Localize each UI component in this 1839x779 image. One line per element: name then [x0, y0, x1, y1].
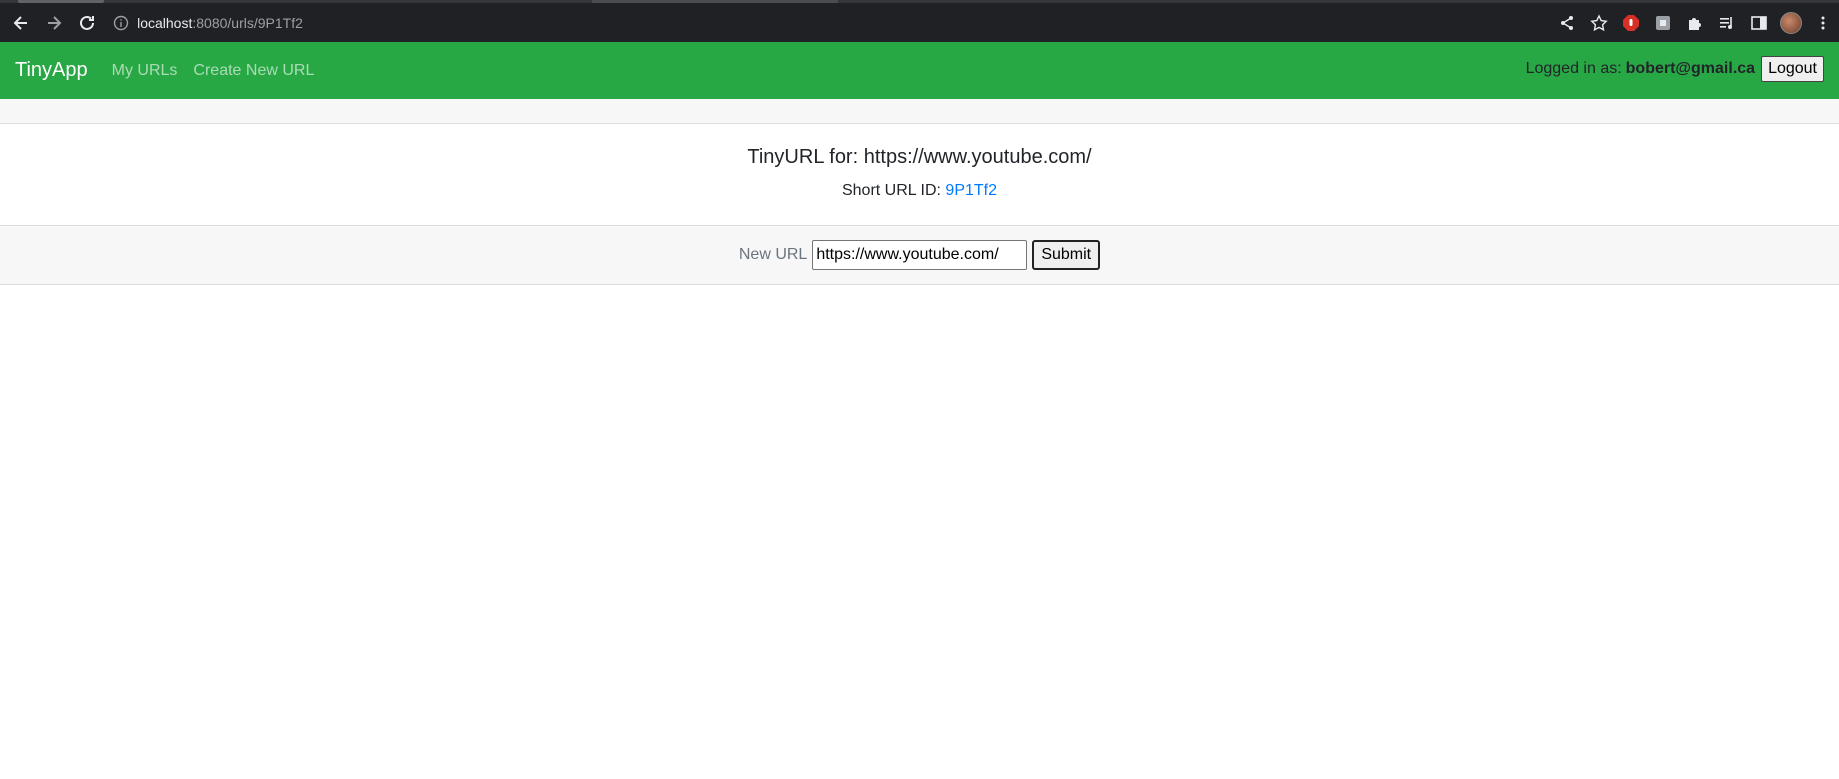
- card-header: [0, 99, 1839, 124]
- star-icon: [1590, 13, 1608, 31]
- logout-button[interactable]: Logout: [1761, 55, 1824, 82]
- url-host: localhost: [137, 14, 193, 31]
- card-title: TinyURL for: https://www.youtube.com/: [747, 146, 1092, 168]
- short-url-link[interactable]: 9P1Tf2: [945, 182, 997, 199]
- new-url-input[interactable]: [812, 240, 1028, 270]
- extension-grey[interactable]: [1651, 11, 1675, 35]
- forward-button[interactable]: [39, 8, 68, 38]
- address-bar[interactable]: localhost:8080/urls/9P1Tf2: [113, 7, 1555, 38]
- kebab-menu-icon: [1821, 16, 1825, 29]
- bookmark-button[interactable]: [1587, 11, 1611, 35]
- active-tab-indicator: [18, 0, 104, 3]
- share-button[interactable]: [1555, 11, 1579, 35]
- extension-box-icon: [1656, 15, 1670, 30]
- puzzle-icon: [1689, 17, 1701, 30]
- reload-button[interactable]: [72, 8, 101, 38]
- extension-adblock[interactable]: [1619, 11, 1643, 35]
- nav-link-my-urls[interactable]: My URLs: [112, 62, 178, 80]
- user-email: bobert@gmail.ca: [1625, 59, 1756, 77]
- reload-icon: [79, 15, 94, 30]
- reading-list-button[interactable]: [1715, 11, 1739, 35]
- edit-url-form: New URL Submit: [0, 225, 1839, 285]
- short-url-text: Short URL ID: 9P1Tf2: [0, 182, 1839, 200]
- share-icon: [1561, 15, 1573, 30]
- short-url-label: Short URL ID:: [841, 182, 941, 199]
- avatar: [1780, 11, 1802, 34]
- back-button[interactable]: [6, 8, 35, 38]
- tab-indicator: [592, 0, 838, 3]
- submit-button[interactable]: Submit: [1032, 240, 1101, 270]
- stop-hand-icon: [1623, 14, 1639, 31]
- url-card-body: TinyURL for: https://www.youtube.com/ Sh…: [0, 125, 1839, 225]
- app-navbar: TinyApp My URLs Create New URL Logged in…: [0, 42, 1839, 99]
- playlist-icon: [1720, 16, 1732, 29]
- menu-button[interactable]: [1811, 11, 1835, 35]
- user-status: Logged in as: bobert@gmail.ca Logout: [1525, 55, 1824, 82]
- side-panel-button[interactable]: [1747, 11, 1771, 35]
- new-url-label: New URL: [738, 246, 808, 263]
- browser-toolbar: localhost:8080/urls/9P1Tf2: [0, 0, 1839, 42]
- profile-button[interactable]: [1779, 11, 1803, 35]
- brand-logo[interactable]: TinyApp: [15, 59, 88, 82]
- url-path: :8080/urls/9P1Tf2: [192, 14, 303, 31]
- logged-in-label: Logged in as:: [1525, 59, 1622, 77]
- extensions-button[interactable]: [1683, 11, 1707, 35]
- arrow-right-icon: [47, 15, 61, 30]
- side-panel-icon: [1751, 15, 1767, 30]
- arrow-left-icon: [13, 15, 27, 30]
- nav-link-create-new-url[interactable]: Create New URL: [193, 62, 314, 80]
- info-icon[interactable]: [113, 15, 129, 31]
